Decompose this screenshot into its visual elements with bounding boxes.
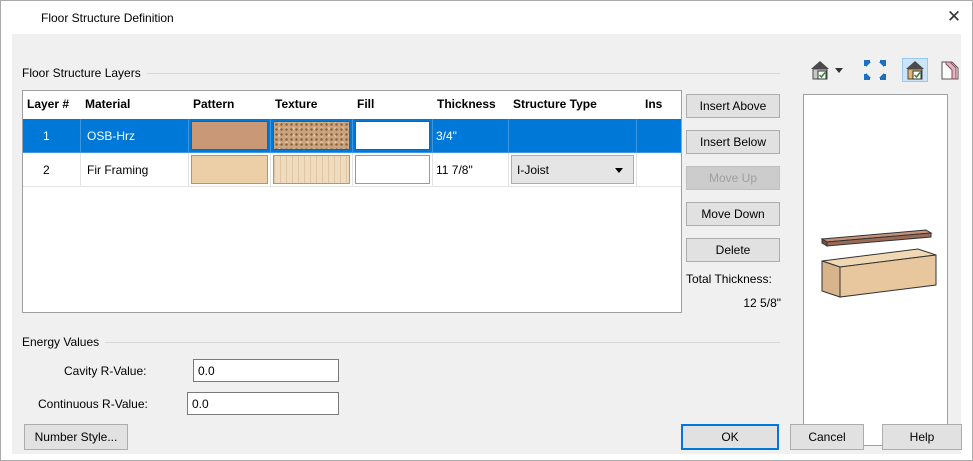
delete-button[interactable]: Delete [686, 238, 780, 262]
table-row[interactable]: 1 OSB-Hrz 3/4" [23, 119, 681, 153]
material-cell[interactable]: OSB-Hrz [81, 119, 189, 153]
pattern-swatch [191, 155, 268, 184]
energy-group-line [22, 342, 780, 343]
fill-cell[interactable] [353, 119, 433, 153]
help-button[interactable]: Help [882, 424, 962, 450]
energy-group-label: Energy Values [22, 335, 106, 349]
continuous-r-value-label: Continuous R-Value: [38, 397, 148, 411]
header-material: Material [85, 97, 131, 111]
ins-cell[interactable] [637, 119, 681, 153]
fill-swatch [355, 155, 430, 184]
texture-swatch [273, 155, 350, 184]
house-check-icon[interactable] [902, 58, 928, 82]
texture-cell[interactable] [271, 119, 353, 153]
total-thickness-label: Total Thickness: [686, 272, 772, 286]
thickness-cell[interactable]: 3/4" [433, 119, 509, 153]
structure-type-cell[interactable] [509, 119, 637, 153]
total-thickness-value: 12 5/8" [743, 296, 781, 310]
fill-cell[interactable] [353, 153, 433, 187]
floor-3d-preview [820, 229, 937, 298]
title-bar: Floor Structure Definition ✕ [1, 1, 972, 35]
thickness-cell[interactable]: 11 7/8" [433, 153, 509, 187]
cavity-r-value-label: Cavity R-Value: [64, 364, 147, 378]
number-style-button[interactable]: Number Style... [24, 424, 128, 450]
header-structure-type: Structure Type [513, 97, 597, 111]
close-icon[interactable]: ✕ [944, 7, 964, 27]
cavity-r-value-input[interactable] [193, 359, 339, 382]
fill-swatch [355, 121, 430, 150]
insert-below-button[interactable]: Insert Below [686, 130, 780, 154]
header-thickness: Thickness [437, 97, 496, 111]
pattern-cell[interactable] [189, 119, 271, 153]
fill-window-icon[interactable] [862, 58, 888, 82]
table-row[interactable]: 2 Fir Framing 11 7/8" I-Joist [23, 153, 681, 187]
pattern-cell[interactable] [189, 153, 271, 187]
header-fill: Fill [357, 97, 375, 111]
layer-number: 1 [23, 119, 81, 153]
layer-number: 2 [23, 153, 81, 187]
preview-pane [803, 94, 948, 446]
texture-swatch [273, 121, 350, 150]
cancel-button[interactable]: Cancel [790, 424, 864, 450]
continuous-r-value-input[interactable] [187, 392, 339, 415]
texture-cell[interactable] [271, 153, 353, 187]
material-cell[interactable]: Fir Framing [81, 153, 189, 187]
header-pattern: Pattern [193, 97, 235, 111]
section-view-icon[interactable] [938, 58, 962, 82]
table-header: Layer # Material Pattern Texture Fill Th… [23, 91, 681, 117]
ins-cell[interactable] [637, 153, 681, 187]
layers-group-label: Floor Structure Layers [22, 66, 147, 80]
layers-table: Layer # Material Pattern Texture Fill Th… [22, 90, 682, 313]
header-texture: Texture [275, 97, 318, 111]
header-layer: Layer # [27, 97, 70, 111]
header-ins: Ins [645, 97, 663, 111]
dialog-title: Floor Structure Definition [41, 11, 174, 25]
view-dropdown-icon[interactable] [809, 58, 849, 82]
chevron-down-icon [615, 168, 623, 173]
insert-above-button[interactable]: Insert Above [686, 94, 780, 118]
structure-type-dropdown[interactable]: I-Joist [511, 155, 634, 184]
structure-type-value: I-Joist [517, 163, 550, 177]
move-up-button[interactable]: Move Up [686, 166, 780, 190]
move-down-button[interactable]: Move Down [686, 202, 780, 226]
structure-type-cell[interactable]: I-Joist [509, 153, 637, 187]
ok-button[interactable]: OK [681, 424, 779, 450]
pattern-swatch [191, 121, 268, 150]
